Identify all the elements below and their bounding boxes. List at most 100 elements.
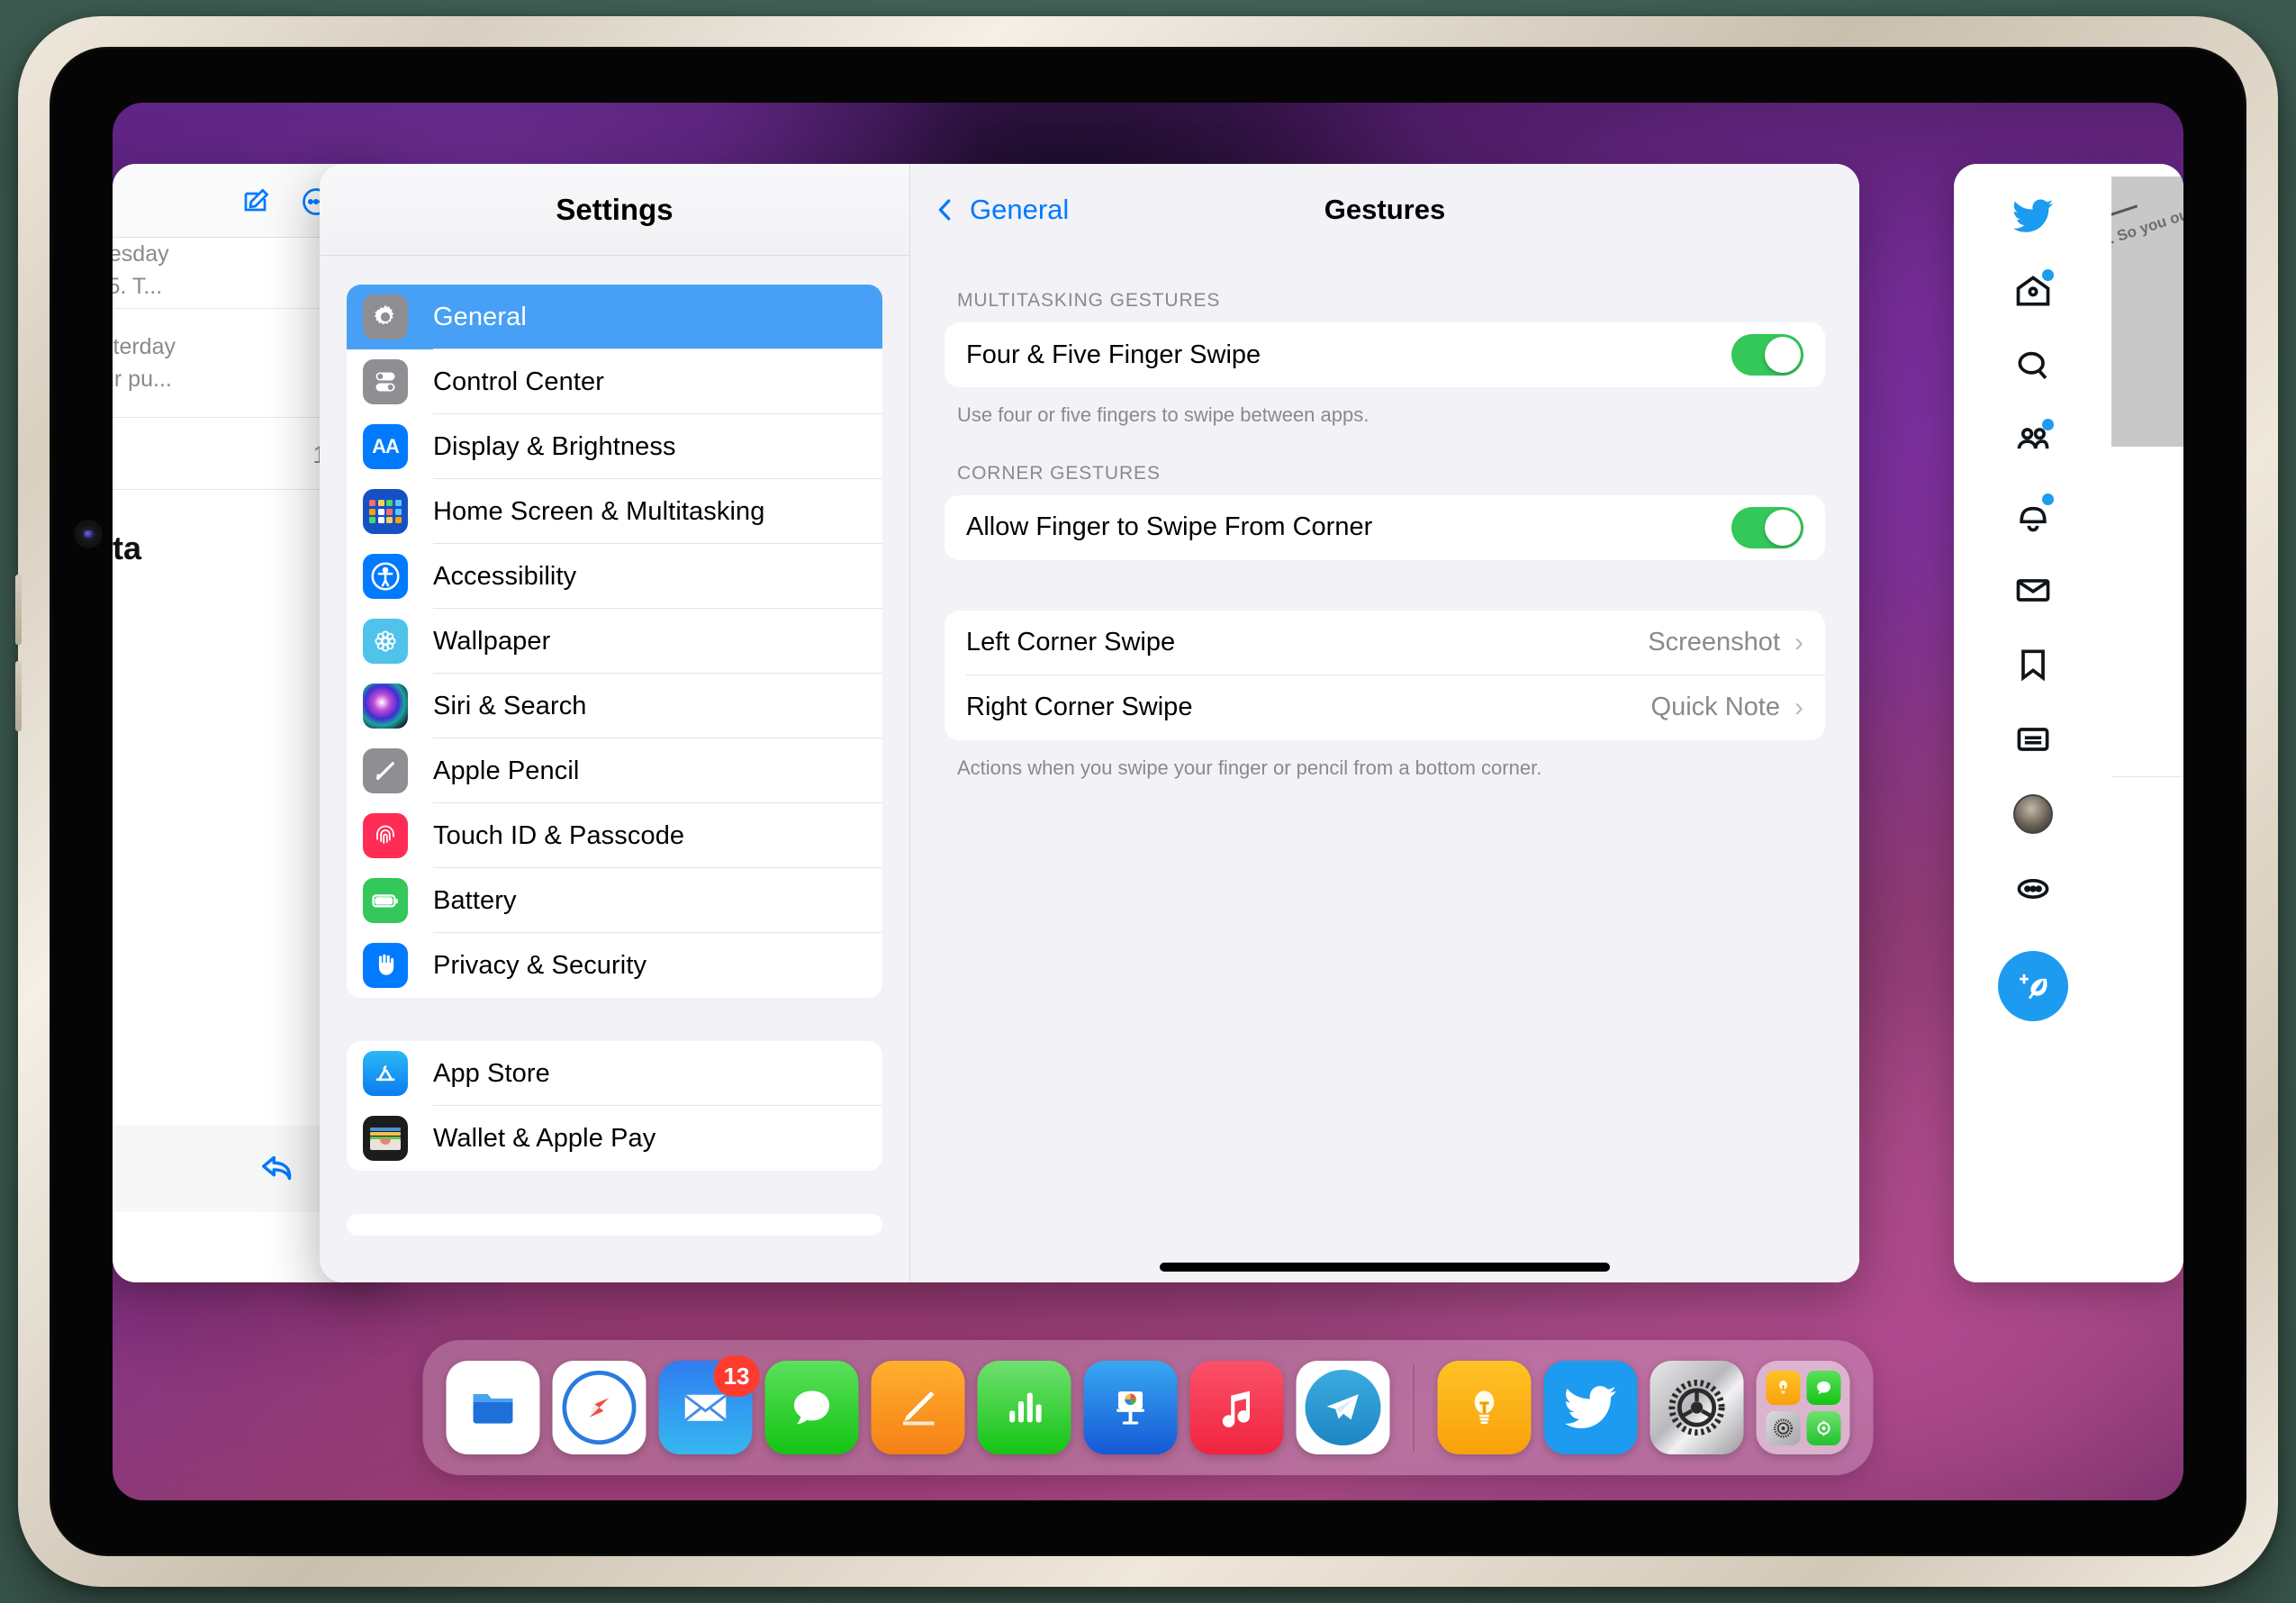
section-header-multitasking: MULTITASKING GESTURES bbox=[957, 290, 1221, 311]
settings-gear-icon[interactable] bbox=[1650, 1361, 1744, 1454]
lists-icon[interactable] bbox=[2008, 714, 2058, 765]
settings-app-window[interactable]: Settings General Control Center AA Displ… bbox=[320, 164, 1859, 1282]
sidebar-item-home-screen[interactable]: Home Screen & Multitasking bbox=[347, 479, 882, 544]
sidebar-item-accessibility[interactable]: Accessibility bbox=[347, 544, 882, 609]
dock-app-safari[interactable] bbox=[552, 1361, 646, 1454]
row-allow-finger-swipe-corner[interactable]: Allow Finger to Swipe From Corner bbox=[945, 495, 1825, 560]
section-header-corner: CORNER GESTURES bbox=[957, 462, 1161, 484]
dock-recent-settings[interactable] bbox=[1650, 1361, 1744, 1454]
tweet-image-text: ng. So you our future bbox=[2111, 189, 2183, 254]
numbers-icon[interactable] bbox=[977, 1361, 1071, 1454]
more-dots-icon[interactable] bbox=[2008, 864, 2058, 914]
volume-button-down[interactable] bbox=[15, 661, 22, 731]
section-card-corner: Allow Finger to Swipe From Corner bbox=[945, 494, 1825, 560]
dock-recent-ideas[interactable] bbox=[1437, 1361, 1532, 1454]
sidebar-item-battery[interactable]: Battery bbox=[347, 868, 882, 933]
dock-app-messages[interactable] bbox=[764, 1361, 859, 1454]
compose-tweet-icon[interactable] bbox=[1997, 951, 2068, 1021]
desktop-backdrop: uesday l 5. T... sterday ur pu... 10:43 bbox=[0, 0, 2296, 1603]
sidebar-item-general[interactable]: General bbox=[347, 285, 882, 349]
lightbulb-icon[interactable] bbox=[1437, 1361, 1532, 1454]
bookmark-icon[interactable] bbox=[2008, 639, 2058, 690]
twitter-sidebar-nav bbox=[1954, 164, 2111, 1282]
safari-icon[interactable] bbox=[552, 1361, 646, 1454]
dock-app-music[interactable] bbox=[1189, 1361, 1284, 1454]
messages-icon[interactable] bbox=[764, 1361, 859, 1454]
music-icon[interactable] bbox=[1189, 1361, 1284, 1454]
dock-app-notes[interactable] bbox=[871, 1361, 965, 1454]
home-indicator[interactable] bbox=[1160, 1263, 1610, 1272]
sidebar-item-label: Wallpaper bbox=[433, 626, 551, 656]
twitter-feed-column[interactable]: ng. So you our future bbox=[2111, 164, 2183, 1282]
files-icon[interactable] bbox=[446, 1361, 540, 1454]
messages-envelope-icon[interactable] bbox=[2008, 565, 2058, 615]
wallpaper-icon bbox=[363, 619, 408, 664]
dock-app-mail[interactable]: 13 bbox=[658, 1355, 760, 1454]
row-right-corner-swipe[interactable]: Right Corner Swipe Quick Note › bbox=[945, 675, 1825, 740]
dock-app-files[interactable] bbox=[446, 1361, 540, 1454]
row-value: Screenshot bbox=[1648, 628, 1780, 657]
section-card-corner-actions: Left Corner Swipe Screenshot › Right Cor… bbox=[945, 610, 1825, 740]
front-camera bbox=[74, 520, 103, 548]
dock-recent-twitter[interactable] bbox=[1543, 1361, 1638, 1454]
gear-icon bbox=[363, 294, 408, 340]
sidebar-item-label: Touch ID & Passcode bbox=[433, 820, 685, 850]
mail-badge-count: 13 bbox=[713, 1355, 760, 1397]
twitter-icon[interactable] bbox=[1543, 1361, 1638, 1454]
dock-app-numbers[interactable] bbox=[977, 1361, 1071, 1454]
twitter-bird-logo[interactable] bbox=[2008, 191, 2058, 241]
sidebar-item-app-store[interactable]: App Store bbox=[347, 1041, 882, 1106]
sidebar-item-privacy-security[interactable]: Privacy & Security bbox=[347, 933, 882, 998]
communities-icon[interactable] bbox=[2008, 415, 2058, 466]
dock-app-library[interactable] bbox=[1756, 1361, 1850, 1454]
sidebar-item-touch-id-passcode[interactable]: Touch ID & Passcode bbox=[347, 803, 882, 868]
reply-arrow-icon[interactable] bbox=[257, 1147, 302, 1189]
row-four-five-finger-swipe[interactable]: Four & Five Finger Swipe bbox=[945, 322, 1825, 387]
sidebar-item-label: Privacy & Security bbox=[433, 950, 647, 980]
home-icon[interactable] bbox=[2008, 266, 2058, 316]
sidebar-item-control-center[interactable]: Control Center bbox=[347, 349, 882, 414]
settings-detail-pane: General Gestures MULTITASKING GESTURES F… bbox=[909, 164, 1859, 1282]
sidebar-item-wallet-apple-pay[interactable]: Wallet & Apple Pay bbox=[347, 1106, 882, 1171]
dock-app-telegram[interactable] bbox=[1296, 1361, 1390, 1454]
profile-avatar[interactable] bbox=[2008, 789, 2058, 839]
dock-app-keynote[interactable] bbox=[1083, 1361, 1178, 1454]
row-label: Allow Finger to Swipe From Corner bbox=[966, 512, 1373, 542]
tweet-image[interactable]: ng. So you our future bbox=[2111, 177, 2183, 447]
sidebar-item-label: Siri & Search bbox=[433, 691, 587, 720]
sidebar-item-siri-search[interactable]: Siri & Search bbox=[347, 674, 882, 738]
folder-mini-settings bbox=[1766, 1410, 1800, 1445]
section-card-multitasking: Four & Five Finger Swipe bbox=[945, 322, 1825, 387]
row-label: Left Corner Swipe bbox=[966, 628, 1176, 657]
sidebar-item-display-brightness[interactable]: AA Display & Brightness bbox=[347, 414, 882, 479]
volume-button-up[interactable] bbox=[15, 575, 22, 645]
row-label: Four & Five Finger Swipe bbox=[966, 340, 1261, 369]
sidebar-item-label: Wallet & Apple Pay bbox=[433, 1123, 656, 1153]
notes-icon[interactable] bbox=[871, 1361, 965, 1454]
sidebar-item-label: Control Center bbox=[433, 367, 604, 396]
apple-pencil-icon bbox=[363, 748, 408, 793]
twitter-app-window[interactable]: ng. So you our future bbox=[1954, 164, 2183, 1282]
footnote-multitasking: Use four or five fingers to swipe betwee… bbox=[957, 403, 1369, 426]
allow-finger-swipe-corner-toggle[interactable] bbox=[1731, 506, 1803, 548]
compose-icon[interactable] bbox=[240, 186, 273, 218]
row-left-corner-swipe[interactable]: Left Corner Swipe Screenshot › bbox=[945, 611, 1825, 675]
sidebar-item-apple-pencil[interactable]: Apple Pencil bbox=[347, 738, 882, 803]
settings-sidebar-scroll[interactable]: General Control Center AA Display & Brig… bbox=[320, 256, 909, 1282]
row-label: Right Corner Swipe bbox=[966, 693, 1193, 722]
app-library-folder[interactable] bbox=[1756, 1361, 1850, 1454]
siri-icon bbox=[363, 684, 408, 729]
search-icon[interactable] bbox=[2008, 340, 2058, 391]
back-button[interactable]: General bbox=[932, 194, 1069, 226]
telegram-icon[interactable] bbox=[1296, 1361, 1390, 1454]
notifications-bell-icon[interactable] bbox=[2008, 490, 2058, 540]
four-five-finger-swipe-toggle[interactable] bbox=[1731, 334, 1803, 376]
keynote-icon[interactable] bbox=[1083, 1361, 1178, 1454]
page-title: Settings bbox=[556, 192, 673, 226]
detail-body: MULTITASKING GESTURES Four & Five Finger… bbox=[910, 256, 1859, 781]
sidebar-item-wallpaper[interactable]: Wallpaper bbox=[347, 609, 882, 674]
ipad-bezel: uesday l 5. T... sterday ur pu... 10:43 bbox=[50, 47, 2246, 1556]
sidebar-item-label: Battery bbox=[433, 885, 517, 915]
sidebar-item-label: General bbox=[433, 302, 527, 331]
folder-mini-ideas bbox=[1766, 1370, 1800, 1405]
